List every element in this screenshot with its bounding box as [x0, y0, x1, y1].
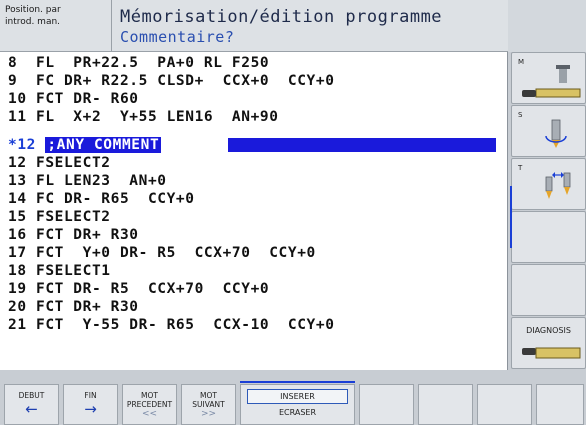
active-line-number: *12	[8, 137, 46, 153]
program-line[interactable]: 8 FL PR+22.5 PA+0 RL F250	[8, 54, 269, 72]
softkey-debut[interactable]: DEBUT ←	[4, 384, 59, 425]
softkey-mot-precedent[interactable]: MOT PRECEDENT <<	[122, 384, 177, 425]
machine-mode-indicator: Position. par introd. man.	[0, 0, 112, 52]
vertical-softkey-bar: M S T DIAGNOSIS	[510, 52, 586, 370]
inserer-option-selected[interactable]: INSERER	[247, 389, 348, 404]
softkey-mot-suivant-label-2: SUIVANT	[192, 400, 225, 409]
program-line[interactable]: 20 FCT DR+ R30	[8, 298, 139, 316]
arrow-left-icon: ←	[25, 400, 38, 418]
softkey-empty-6[interactable]	[359, 384, 414, 425]
program-line[interactable]: 15 FSELECT2	[8, 208, 111, 226]
page-title: Mémorisation/édition programme	[120, 7, 443, 27]
softkey-empty-5[interactable]	[511, 264, 586, 316]
softkey-inserer-ecraser[interactable]: INSERER ECRASER	[240, 384, 355, 425]
program-line[interactable]: 17 FCT Y+0 DR- R5 CCX+70 CCY+0	[8, 244, 316, 262]
softkey-mot-suivant-label-1: MOT	[200, 391, 217, 400]
program-line[interactable]: 19 FCT DR- R5 CCX+70 CCY+0	[8, 280, 269, 298]
softkey-fin[interactable]: FIN →	[63, 384, 118, 425]
program-editor[interactable]: 8 FL PR+22.5 PA+0 RL F250 9 FC DR+ R22.5…	[0, 52, 508, 370]
program-line[interactable]: 12 FSELECT2	[8, 154, 111, 172]
program-line[interactable]: 14 FC DR- R65 CCY+0	[8, 190, 195, 208]
dialog-prompt: Commentaire?	[120, 28, 235, 46]
tool-change-icon	[545, 172, 571, 199]
program-line[interactable]: 11 FL X+2 Y+55 LEN16 AN+90	[8, 108, 279, 126]
arrow-right-icon: →	[84, 400, 97, 418]
softkey-m-function[interactable]: M	[511, 52, 586, 104]
horizontal-softkey-bar: DEBUT ← FIN → MOT PRECEDENT << MOT SUIVA…	[0, 370, 586, 425]
diagnosis-icon	[522, 347, 581, 359]
softkey-mot-suivant[interactable]: MOT SUIVANT >>	[181, 384, 236, 425]
program-line[interactable]: 10 FCT DR- R60	[8, 90, 139, 108]
softkey-empty-4[interactable]	[511, 211, 586, 263]
softkey-mot-precedent-label-1: MOT	[141, 391, 158, 400]
program-line[interactable]: 13 FL LEN23 AN+0	[8, 172, 167, 190]
program-line[interactable]: 9 FC DR+ R22.5 CLSD+ CCX+0 CCY+0	[8, 72, 335, 90]
softkey-diagnosis[interactable]: DIAGNOSIS	[511, 317, 586, 369]
header-right-panel	[508, 0, 586, 52]
program-line[interactable]: 18 FSELECT1	[8, 262, 111, 280]
program-line[interactable]: 16 FCT DR+ R30	[8, 226, 139, 244]
softkey-s-spindle[interactable]: S	[511, 105, 586, 157]
softkey-fin-label: FIN	[84, 391, 97, 400]
spindle-icon	[545, 119, 567, 148]
softkey-mot-precedent-label-2: PRECEDENT	[126, 400, 173, 409]
machine-table-icon	[522, 65, 581, 98]
edit-cursor-bar	[228, 138, 496, 152]
softkey-debut-label: DEBUT	[18, 391, 45, 400]
comment-input-cursor[interactable]: ;ANY COMMENT	[45, 137, 162, 153]
softkey-empty-7[interactable]	[418, 384, 473, 425]
program-line-active[interactable]: *12 ;ANY COMMENT	[8, 136, 162, 154]
softkey-page-indicator	[240, 381, 355, 383]
program-mode-header: Mémorisation/édition programme Commentai…	[112, 0, 508, 52]
program-line[interactable]: 21 FCT Y-55 DR- R65 CCX-10 CCY+0	[8, 316, 335, 334]
softkey-empty-9[interactable]	[536, 384, 584, 425]
mode-line-2: introd. man.	[5, 17, 61, 27]
ecraser-option[interactable]: ECRASER	[247, 408, 348, 417]
double-chevron-right-icon: >>	[200, 409, 217, 419]
mode-line-1: Position. par	[5, 5, 61, 15]
softkey-t-tool[interactable]: T	[511, 158, 586, 210]
scroll-position-indicator	[510, 186, 512, 248]
softkey-empty-8[interactable]	[477, 384, 532, 425]
double-chevron-left-icon: <<	[141, 409, 158, 419]
